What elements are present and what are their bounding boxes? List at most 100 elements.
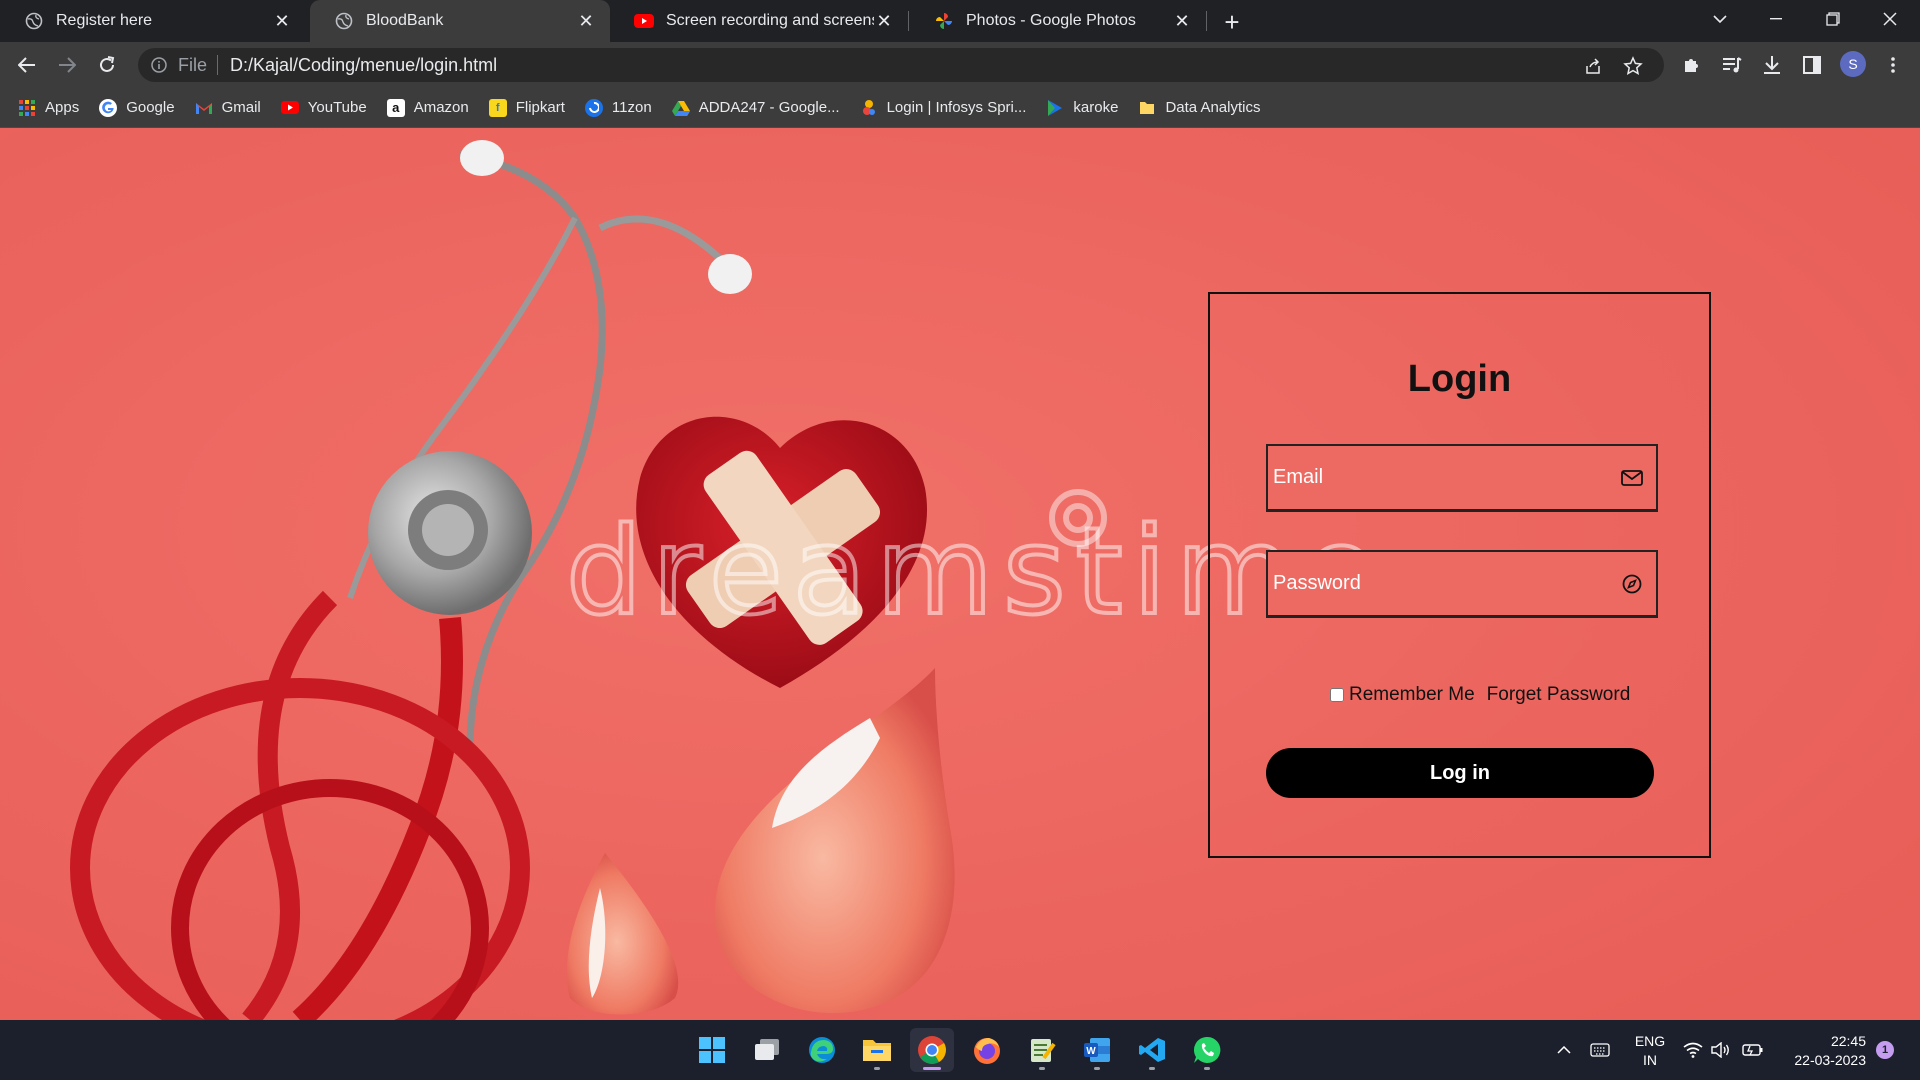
bookmark-infosys[interactable]: Login | Infosys Spri...	[860, 99, 1027, 117]
tab-bloodbank[interactable]: BloodBank ✕	[310, 0, 610, 42]
wifi-icon[interactable]	[1680, 1020, 1706, 1080]
address-divider	[217, 55, 219, 75]
bookmark-label: karoke	[1073, 99, 1119, 116]
svg-text:W: W	[1086, 1046, 1096, 1057]
notification-badge[interactable]: 1	[1876, 1041, 1894, 1059]
running-indicator	[923, 1067, 941, 1070]
close-tab-icon[interactable]: ✕	[576, 11, 596, 31]
login-title: Login	[1407, 358, 1512, 400]
youtube-icon	[280, 99, 299, 117]
bookmark-label: Login | Infosys Spri...	[886, 99, 1027, 116]
system-clock[interactable]: 22:45 22-03-2023	[1778, 1032, 1866, 1070]
battery-icon[interactable]	[1738, 1020, 1768, 1080]
word-icon[interactable]: W	[1075, 1028, 1119, 1072]
bookmark-label: 11zon	[611, 99, 652, 116]
minimize-icon[interactable]	[1748, 0, 1804, 38]
email-field	[1266, 444, 1658, 512]
running-indicator	[1094, 1067, 1100, 1070]
play-icon	[1046, 99, 1064, 117]
tray-chevron-up-icon[interactable]	[1550, 1020, 1578, 1080]
bookmark-adda247[interactable]: ADDA247 - Google...	[671, 99, 840, 117]
tab-search-chevron-icon[interactable]	[1692, 0, 1748, 38]
bookmarks-bar: Apps Google Gmail YouTube a Amazon f Fli…	[0, 88, 1920, 128]
bookmark-youtube[interactable]: YouTube	[280, 99, 367, 117]
flipkart-icon: f	[488, 98, 507, 117]
tab-strip: Register here ✕ BloodBank ✕ Screen recor…	[0, 0, 1920, 42]
login-form: Login Remember Me Forget Password Log in	[1208, 292, 1711, 858]
address-url[interactable]: D:/Kajal/Coding/menue/login.html	[230, 55, 497, 76]
firefox-icon[interactable]	[965, 1028, 1009, 1072]
notepad-icon[interactable]	[1020, 1028, 1064, 1072]
language-primary: ENG	[1634, 1033, 1666, 1049]
restore-icon[interactable]	[1805, 0, 1861, 38]
tab-screen-recording[interactable]: Screen recording and screenshot ✕	[610, 0, 908, 42]
11zon-icon	[584, 98, 603, 117]
menu-dots-icon[interactable]	[1877, 49, 1909, 81]
forget-password-link[interactable]: Forget Password	[1487, 684, 1631, 706]
media-playlist-icon[interactable]	[1716, 49, 1748, 81]
language-indicator[interactable]: ENG IN	[1630, 1032, 1670, 1070]
bookmark-11zon[interactable]: 11zon	[584, 98, 652, 117]
google-icon	[99, 98, 118, 117]
address-bar[interactable]: File D:/Kajal/Coding/menue/login.html	[138, 48, 1664, 82]
info-icon[interactable]	[150, 56, 168, 74]
side-panel-icon[interactable]	[1796, 49, 1828, 81]
globe-icon	[334, 11, 354, 31]
language-secondary: IN	[1643, 1052, 1657, 1068]
close-tab-icon[interactable]: ✕	[874, 11, 894, 31]
running-indicator	[874, 1067, 880, 1070]
close-tab-icon[interactable]: ✕	[1172, 11, 1192, 31]
remember-checkbox[interactable]	[1330, 688, 1344, 702]
bookmark-amazon[interactable]: a Amazon	[386, 98, 469, 117]
chrome-icon[interactable]	[910, 1028, 954, 1072]
file-explorer-icon[interactable]	[855, 1028, 899, 1072]
bookmark-label: Gmail	[221, 99, 261, 116]
remember-label[interactable]: Remember Me	[1349, 684, 1475, 706]
close-tab-icon[interactable]: ✕	[272, 11, 292, 31]
infosys-springboard-icon	[860, 99, 878, 117]
download-icon[interactable]	[1756, 49, 1788, 81]
running-indicator	[1204, 1067, 1210, 1070]
tab-title: BloodBank	[366, 12, 444, 29]
bookmark-google[interactable]: Google	[99, 98, 175, 117]
tab-google-photos[interactable]: Photos - Google Photos ✕	[910, 0, 1206, 42]
address-scheme: File	[178, 54, 208, 75]
close-window-icon[interactable]	[1862, 0, 1918, 38]
bookmark-label: ADDA247 - Google...	[698, 99, 840, 116]
bookmark-gmail[interactable]: Gmail	[195, 99, 261, 117]
bookmark-karoke[interactable]: karoke	[1046, 99, 1118, 117]
edge-icon[interactable]	[800, 1028, 844, 1072]
tab-register[interactable]: Register here ✕	[0, 0, 306, 42]
bookmark-label: YouTube	[307, 99, 367, 116]
clock-time: 22:45	[1830, 1033, 1866, 1049]
share-icon[interactable]	[1582, 55, 1604, 77]
running-indicator	[1039, 1067, 1045, 1070]
new-tab-button[interactable]: +	[1218, 7, 1246, 37]
bookmark-apps[interactable]: Apps	[18, 99, 79, 117]
password-field	[1266, 550, 1658, 618]
back-arrow-icon[interactable]	[11, 49, 43, 81]
whatsapp-icon[interactable]	[1185, 1028, 1229, 1072]
google-photos-icon	[934, 11, 954, 31]
keyboard-icon[interactable]	[1586, 1020, 1614, 1080]
reload-icon[interactable]	[91, 49, 123, 81]
login-button[interactable]: Log in	[1266, 748, 1654, 798]
browser-toolbar: File D:/Kajal/Coding/menue/login.html S	[0, 42, 1920, 88]
clock-date: 22-03-2023	[1794, 1052, 1866, 1068]
email-input[interactable]	[1268, 446, 1620, 509]
bookmark-data-analytics[interactable]: Data Analytics	[1138, 99, 1260, 117]
bookmark-flipkart[interactable]: f Flipkart	[488, 98, 565, 117]
bookmark-star-icon[interactable]	[1622, 55, 1644, 77]
tab-title: Register here	[56, 12, 153, 29]
volume-icon[interactable]	[1708, 1020, 1734, 1080]
bookmark-label: Data Analytics	[1165, 99, 1261, 116]
windows-taskbar: W ENG IN 22:45 22-03-2023 1	[0, 1020, 1920, 1080]
vscode-icon[interactable]	[1130, 1028, 1174, 1072]
password-input[interactable]	[1268, 552, 1620, 615]
gmail-icon	[195, 99, 213, 117]
forward-arrow-icon[interactable]	[51, 49, 83, 81]
profile-avatar[interactable]: S	[1840, 51, 1866, 77]
task-view-icon[interactable]	[745, 1028, 789, 1072]
windows-start-icon[interactable]	[690, 1028, 734, 1072]
extensions-puzzle-icon[interactable]	[1676, 49, 1708, 81]
